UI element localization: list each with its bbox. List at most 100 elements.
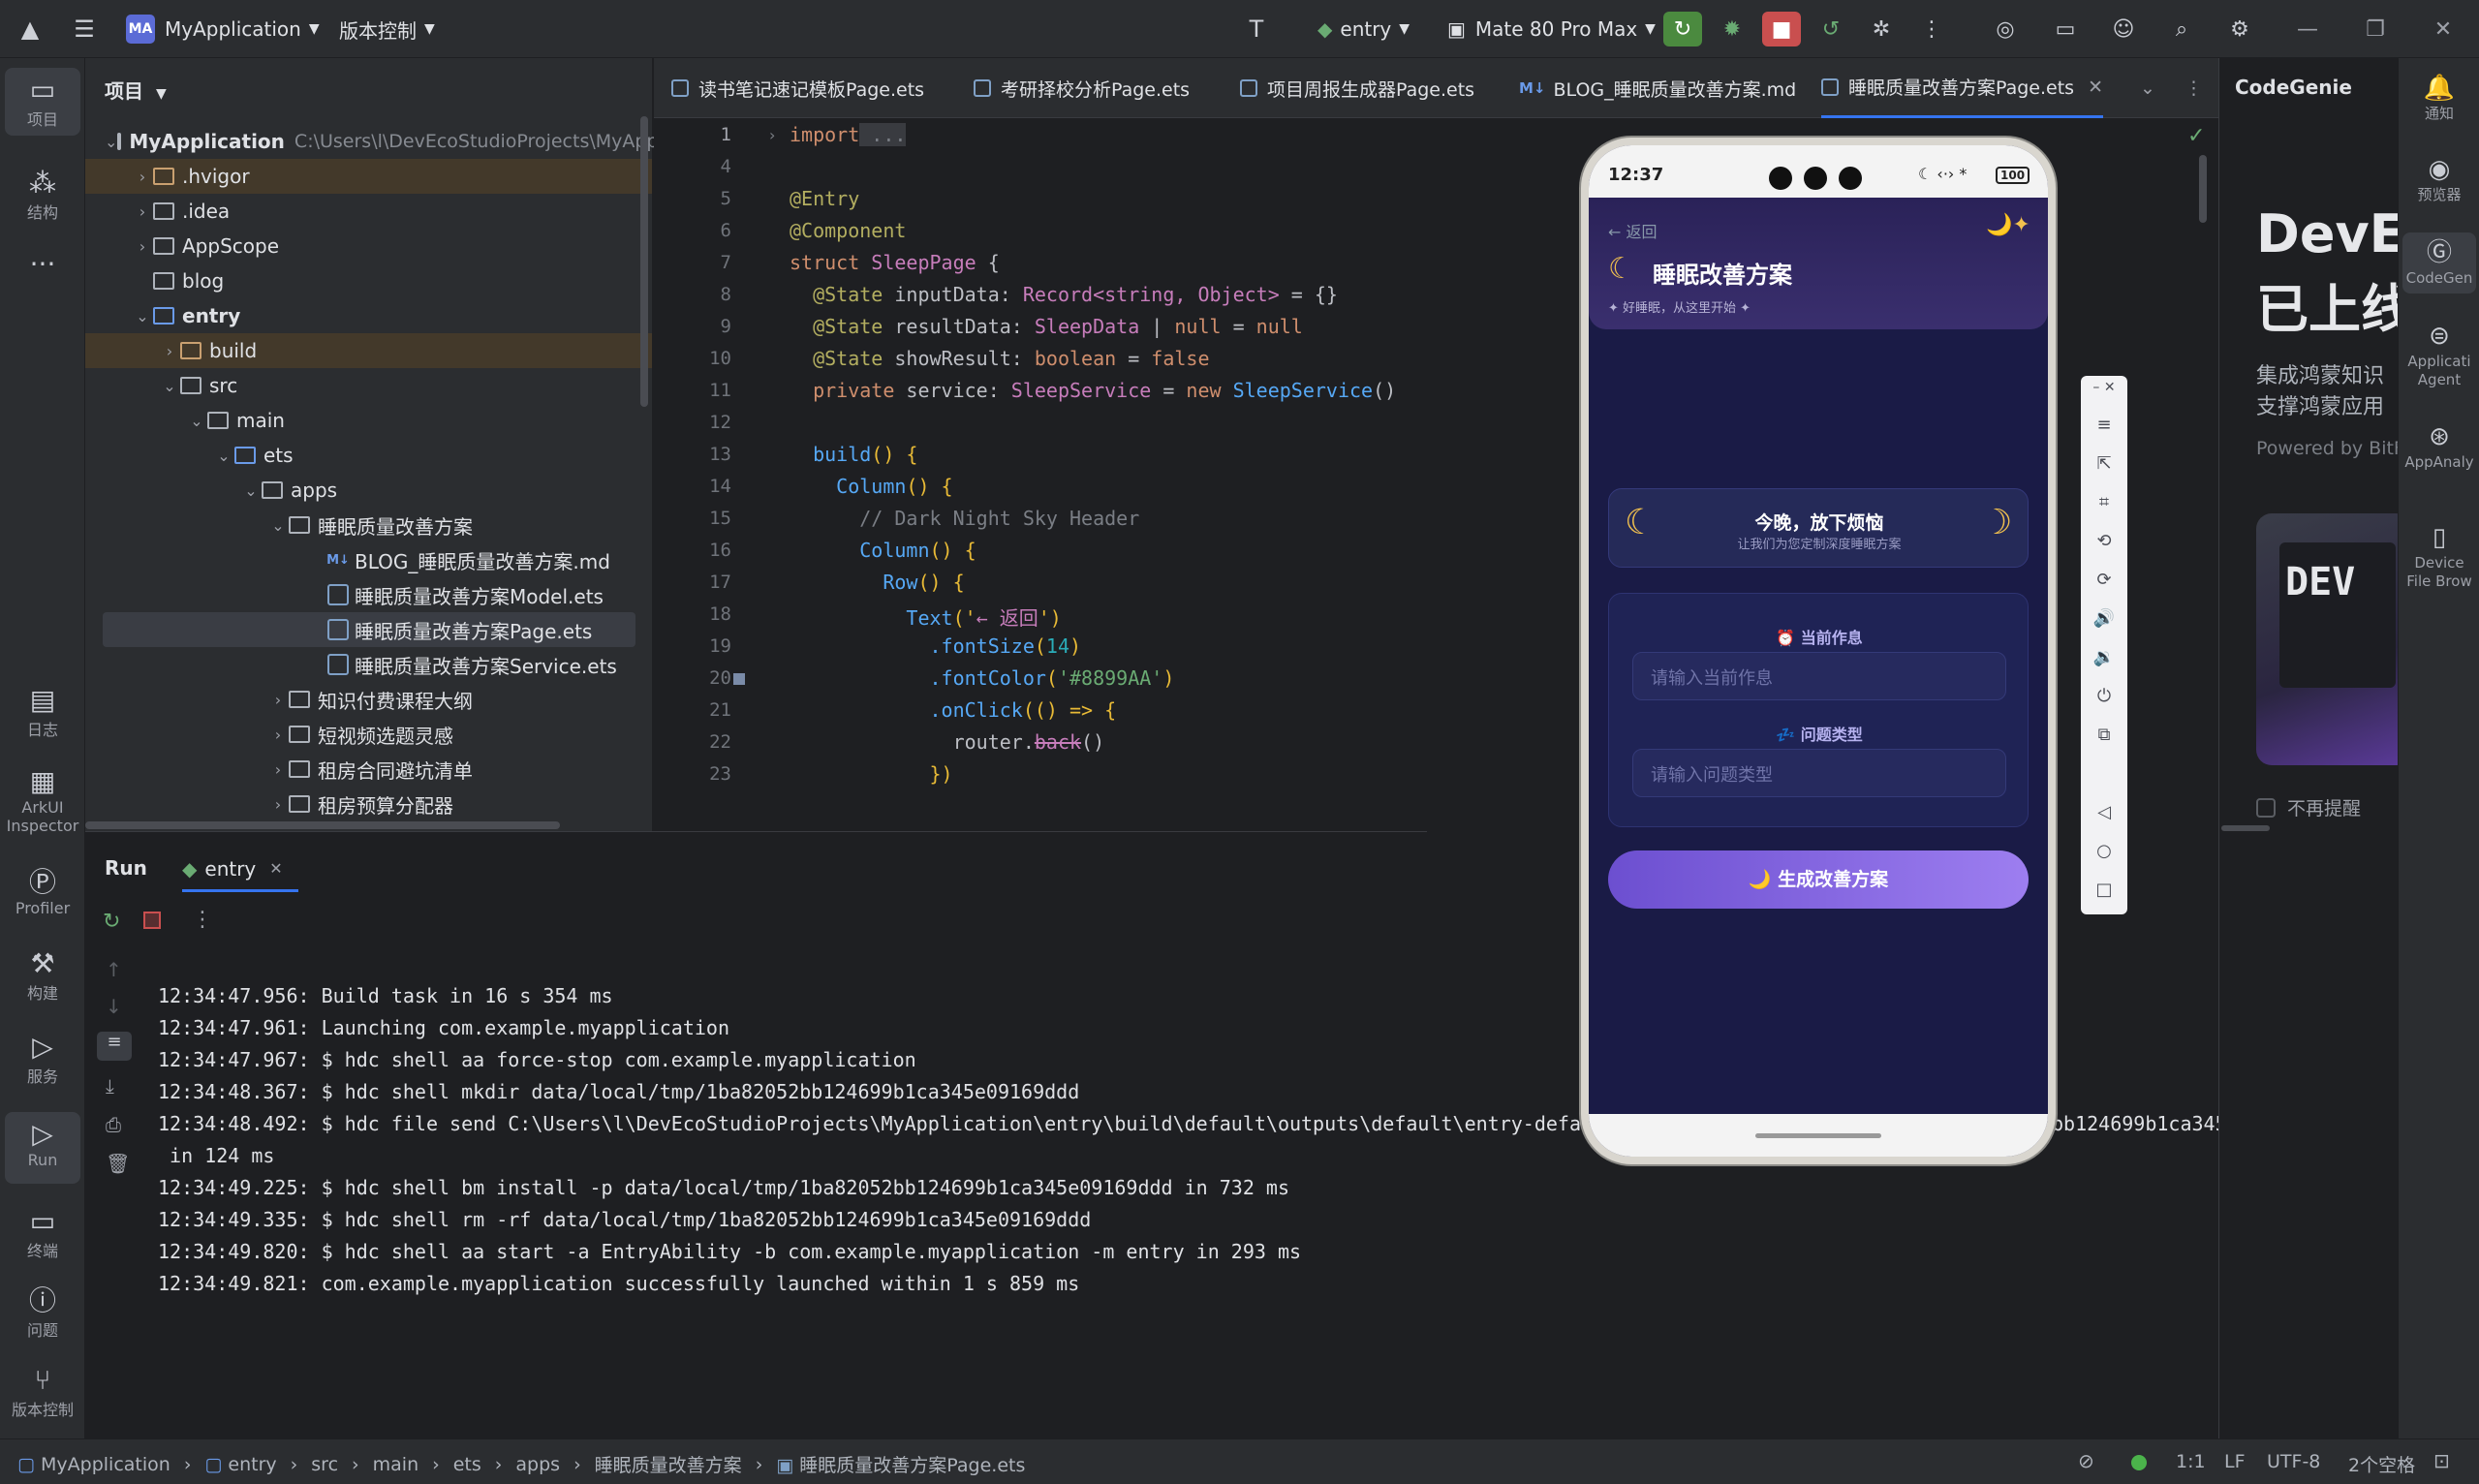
back-button[interactable]: ← 返回 [1608, 219, 1658, 242]
no-sync-icon[interactable]: ⊘ [2078, 1449, 2094, 1472]
tool-structure[interactable]: ⁂ 结构 [5, 167, 80, 223]
nav-back-icon[interactable]: ◁ [2081, 802, 2127, 822]
rerun-button[interactable]: ↻ [1663, 12, 1702, 46]
problem-type-input[interactable]: 请输入问题类型 [1632, 749, 2006, 797]
breadcrumb-item[interactable]: apps [515, 1454, 560, 1475]
file-encoding[interactable]: UTF-8 [2267, 1451, 2320, 1472]
tab-list-dropdown[interactable]: ⌄ [2140, 58, 2155, 118]
tool-agent[interactable]: ⊜ Applicati Agent [2402, 320, 2476, 389]
codegenie-scrollbar[interactable] [2221, 825, 2270, 831]
rotate-right-icon[interactable]: ⟳ [2081, 570, 2127, 590]
tree-item-sleep-folder[interactable]: ⌄ 睡眠质量改善方案 [85, 508, 652, 542]
project-switcher[interactable]: MA MyApplication ▼ [126, 0, 320, 58]
nav-recent-icon[interactable]: □ [2081, 880, 2127, 900]
run-tab-entry[interactable]: ◆ entry ✕ [182, 848, 298, 892]
tree-item-rent-contract[interactable]: › 租房合同避坑清单 [85, 752, 652, 787]
close-tab-icon[interactable]: ✕ [269, 859, 282, 878]
tree-item-ets[interactable]: ⌄ ets [85, 438, 652, 473]
pin-top-icon[interactable]: ⇱ [2081, 453, 2127, 474]
tool-device-file-browser[interactable]: ▯ Device File Brow [2402, 521, 2476, 591]
scroll-down-icon[interactable]: ↓ [106, 995, 122, 1018]
emulator-window-controls[interactable]: – ✕ [2081, 380, 2127, 395]
rotate-icon[interactable]: ⟲ [2081, 531, 2127, 551]
tree-item-rent-budget[interactable]: › 租房预算分配器 [85, 787, 652, 821]
attach-debugger-button[interactable]: ✲ [1862, 12, 1901, 46]
target-icon[interactable]: ◎ [1986, 12, 2025, 46]
breadcrumb-item[interactable]: ▢ MyApplication [17, 1454, 170, 1475]
tree-item-apps[interactable]: ⌄ apps [85, 473, 652, 508]
project-panel-header[interactable]: 项目 ▼ [105, 76, 167, 104]
tree-item-service[interactable]: 睡眠质量改善方案Service.ets [85, 647, 652, 682]
editor-scrollbar[interactable] [2199, 155, 2207, 223]
tree-item-model[interactable]: 睡眠质量改善方案Model.ets [85, 577, 652, 612]
tool-appanalyzer[interactable]: ⊛ AppAnaly [2402, 420, 2476, 472]
rerun-icon[interactable]: ↻ [103, 910, 120, 934]
volume-down-icon[interactable]: 🔉 [2081, 647, 2127, 667]
more-actions-icon[interactable]: ⋮ [1912, 12, 1951, 46]
editor-tab[interactable]: 考研择校分析Page.ets [974, 58, 1190, 118]
tool-codegenie[interactable]: Ⓖ CodeGen [2402, 232, 2476, 294]
tree-item-main[interactable]: ⌄ main [85, 403, 652, 438]
close-window-button[interactable]: ✕ [2424, 12, 2463, 46]
tree-root[interactable]: ⌄ MyApplication C:\Users\l\DevEcoStudioP… [85, 124, 726, 159]
tool-previewer[interactable]: ◉ 预览器 [2402, 153, 2476, 204]
indent-setting[interactable]: 2个空格 [2348, 1451, 2415, 1477]
tool-vcs[interactable]: ⑂ 版本控制 [5, 1364, 80, 1420]
stop-icon[interactable] [143, 912, 161, 929]
breadcrumb-item[interactable]: ▣ 睡眠质量改善方案Page.ets [776, 1451, 1025, 1477]
scroll-up-icon[interactable]: ↑ [106, 958, 122, 981]
device-select[interactable]: ▣ Mate 80 Pro Max ▼ [1447, 0, 1656, 58]
editor-tab[interactable]: 读书笔记速记模板Page.ets [671, 58, 924, 118]
tool-run[interactable]: ▷ Run [5, 1112, 80, 1184]
generate-plan-button[interactable]: 🌙 生成改善方案 [1608, 850, 2029, 909]
screenshot-icon[interactable]: ⌗ [2081, 492, 2127, 512]
breadcrumb-item[interactable]: ▢ entry [204, 1454, 276, 1475]
editor-tab-active[interactable]: 睡眠质量改善方案Page.ets ✕ [1821, 58, 2103, 118]
tool-build[interactable]: ⚒ 构建 [5, 947, 80, 1004]
power-icon[interactable]: ⏻ [2081, 686, 2127, 706]
tool-log[interactable]: ▤ 日志 [5, 684, 80, 740]
folder-icon[interactable]: ▭ [2046, 12, 2085, 46]
tree-item-course[interactable]: › 知识付费课程大纲 [85, 682, 652, 717]
tree-item-build[interactable]: › build [85, 333, 652, 368]
lock-icon[interactable]: ⊡ [2433, 1449, 2450, 1472]
trash-icon[interactable]: 🗑 [106, 1152, 130, 1175]
schedule-input[interactable]: 请输入当前作息 [1632, 652, 2006, 700]
search-icon[interactable]: ⌕ [2162, 12, 2201, 46]
apply-changes-button[interactable]: ↺ [1812, 12, 1850, 46]
tool-arkui-inspector[interactable]: ▦ ArkUI Inspector [5, 765, 80, 835]
emulator-menu-icon[interactable]: ≡ [2081, 415, 2127, 435]
breadcrumb-item[interactable]: main [373, 1454, 418, 1475]
close-tab-icon[interactable]: ✕ [2088, 77, 2103, 98]
run-config-select[interactable]: ◆ entry ▼ [1317, 0, 1410, 58]
breakpoint-marker-icon[interactable] [733, 673, 745, 685]
print-icon[interactable]: ⎙ [106, 1113, 121, 1136]
breadcrumb-item[interactable]: src [311, 1454, 338, 1475]
debug-button[interactable]: ✹ [1713, 12, 1751, 46]
account-icon[interactable]: ☺ [2104, 12, 2143, 46]
cursor-position[interactable]: 1:1 [2176, 1451, 2206, 1472]
maximize-window-button[interactable]: ❐ [2356, 12, 2395, 46]
stop-button[interactable]: ■ [1762, 12, 1801, 46]
nav-home-icon[interactable]: ○ [2081, 841, 2127, 861]
text-tool-icon[interactable]: T [1242, 15, 1271, 44]
settings-gear-icon[interactable]: ⚙ [2220, 12, 2259, 46]
breadcrumb-item[interactable]: ets [453, 1454, 481, 1475]
tree-item-blog[interactable]: blog [85, 263, 652, 298]
tree-item-appscope[interactable]: › AppScope [85, 229, 652, 263]
tree-vertical-scrollbar[interactable] [640, 116, 648, 407]
tool-profiler[interactable]: Ⓟ Profiler [5, 866, 80, 917]
more-actions-icon[interactable]: ⋮ [192, 908, 213, 932]
tree-item-blog-md[interactable]: M↓ BLOG_睡眠质量改善方案.md [85, 542, 652, 577]
volume-up-icon[interactable]: 🔊 [2081, 608, 2127, 629]
tree-item-idea[interactable]: › .idea [85, 194, 652, 229]
vcs-menu[interactable]: 版本控制 ▼ [339, 0, 435, 58]
tool-more[interactable]: ··· [5, 248, 80, 281]
tool-problems[interactable]: ⓘ 问题 [5, 1284, 80, 1341]
tree-item-page[interactable]: 睡眠质量改善方案Page.ets [103, 612, 635, 647]
tool-notifications[interactable]: 🔔 通知 [2402, 72, 2476, 123]
soft-wrap-icon[interactable]: ≡ [97, 1032, 132, 1061]
line-separator[interactable]: LF [2224, 1451, 2246, 1472]
tree-item-video[interactable]: › 短视频选题灵感 [85, 717, 652, 752]
breadcrumb-item[interactable]: 睡眠质量改善方案 [595, 1451, 742, 1477]
